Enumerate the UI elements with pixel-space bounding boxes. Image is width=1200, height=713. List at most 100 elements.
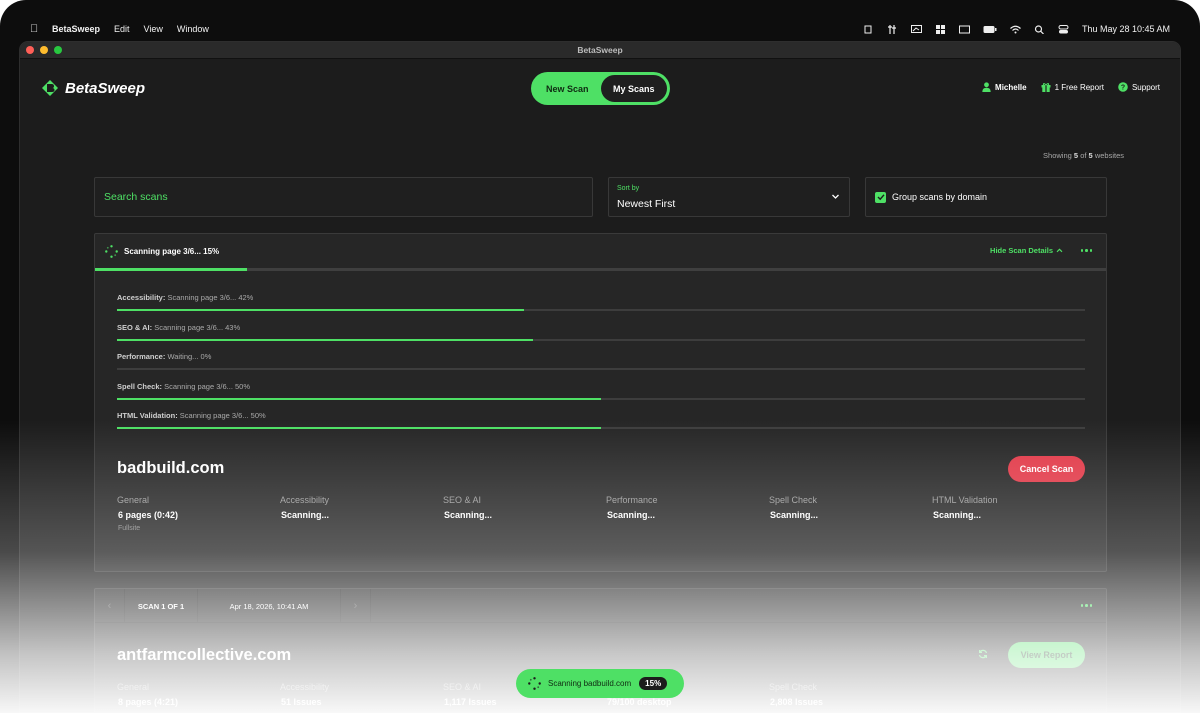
free-report-label: 1 Free Report <box>1054 82 1104 92</box>
free-report-link[interactable]: 1 Free Report <box>1041 82 1104 92</box>
metric-label: Accessibility <box>280 495 330 505</box>
scanning-toast[interactable]: Scanning badbuild.com 15% <box>516 669 684 698</box>
metric-label: SEO & AI <box>443 495 482 505</box>
control-center-icon[interactable] <box>1058 24 1069 34</box>
app-window: BetaSweep BetaSweep New Scan My Scans Mi… <box>19 41 1181 713</box>
search-input[interactable] <box>95 178 592 216</box>
scan-status-bar: Scanning page 3/6... 15% Hide Scan Detai… <box>95 234 1106 268</box>
menu-window[interactable]: Window <box>177 24 209 34</box>
metric-subtext: Fullsite <box>118 525 141 532</box>
scan-step: SEO & AI: Scanning page 3/6... 43% <box>117 323 1085 353</box>
logo-text: BetaSweep <box>65 79 146 97</box>
menu-view[interactable]: View <box>144 24 163 34</box>
hide-scan-details-label: Hide Scan Details <box>990 246 1053 255</box>
metric-column: Accessibility Scanning... <box>280 495 430 520</box>
group-by-domain-checkbox[interactable] <box>875 191 886 203</box>
scan-domain-title[interactable]: badbuild.com <box>117 459 224 478</box>
extension-icon[interactable] <box>863 25 874 34</box>
scan-step-detail: Scanning page 3/6... 50% <box>164 381 251 391</box>
metric-value: Scanning... <box>444 510 493 520</box>
overall-progress-bar <box>95 268 1106 271</box>
support-link[interactable]: ? Support <box>1118 82 1160 92</box>
scan-step-name: SEO & AI: <box>117 322 153 332</box>
scan-step-name: Performance: <box>117 352 166 361</box>
metric-column: Spell Check 2,808 Issues <box>769 682 919 707</box>
metric-column: General 8 pages (4:21) <box>117 682 267 707</box>
metric-label: Spell Check <box>769 682 818 692</box>
metric-column: Spell Check Scanning... <box>769 495 919 520</box>
refresh-icon[interactable] <box>978 649 988 659</box>
scan-step-label: Accessibility: Scanning page 3/6... 42% <box>117 293 1085 302</box>
menu-edit[interactable]: Edit <box>114 24 130 34</box>
metric-value: 1,117 Issues <box>444 697 497 707</box>
metric-label: General <box>117 682 150 692</box>
group-by-domain-option[interactable]: Group scans by domain <box>865 177 1107 217</box>
sort-select[interactable]: Sort by Newest First <box>608 177 850 217</box>
hide-scan-details-toggle[interactable]: Hide Scan Details <box>990 246 1063 255</box>
metric-label: Spell Check <box>769 495 818 505</box>
metric-value: Scanning... <box>281 510 330 520</box>
app-header: BetaSweep New Scan My Scans Michelle 1 F… <box>20 59 1180 119</box>
view-report-button[interactable]: View Report <box>1008 642 1085 668</box>
scan-step: Performance: Waiting... 0% <box>117 352 1085 382</box>
scan-step-label: SEO & AI: Scanning page 3/6... 43% <box>117 323 1085 332</box>
scan-date: Apr 18, 2026, 10:41 AM <box>198 589 341 623</box>
user-icon <box>982 82 991 92</box>
user-name: Michelle <box>995 82 1027 92</box>
user-menu[interactable]: Michelle <box>982 82 1027 92</box>
new-scan-tab[interactable]: New Scan <box>534 75 601 102</box>
scan-step-name: HTML Validation: <box>117 411 178 420</box>
metric-column: Accessibility 51 Issues <box>280 682 430 707</box>
more-options-icon[interactable] <box>1080 604 1092 607</box>
metric-value: 79/100 desktop <box>607 697 672 707</box>
menubar-status-area: Thu May 28 10:45 AM <box>863 24 1170 34</box>
menubar-clock[interactable]: Thu May 28 10:45 AM <box>1082 24 1170 34</box>
cancel-scan-button[interactable]: Cancel Scan <box>1008 456 1085 482</box>
scan-domain-title[interactable]: antfarmcollective.com <box>117 646 291 665</box>
scan-step-detail: Waiting... 0% <box>167 352 212 361</box>
header-actions: Michelle 1 Free Report ? Support <box>982 82 1160 92</box>
search-box <box>94 177 593 217</box>
previous-scan-arrow[interactable]: ‹ <box>95 589 125 623</box>
next-scan-arrow[interactable]: › <box>341 589 371 623</box>
scan-step-progress-bar <box>117 427 1085 429</box>
grid-icon[interactable] <box>935 24 946 34</box>
macos-menubar:  BetaSweep Edit View Window Thu May 28 … <box>14 14 1186 44</box>
display-icon[interactable] <box>910 24 922 34</box>
scan-status-text: Scanning page 3/6... 15% <box>124 247 220 256</box>
metric-label: General <box>117 495 150 505</box>
scan-step-name: Spell Check: <box>117 381 163 391</box>
battery-icon[interactable] <box>983 25 997 34</box>
metric-value: Scanning... <box>933 510 982 520</box>
chevron-down-icon <box>832 194 839 199</box>
menu-app-name[interactable]: BetaSweep <box>52 24 100 34</box>
spotlight-search-icon[interactable] <box>1034 24 1045 34</box>
scan-step-progress-bar <box>117 309 1085 311</box>
scan-step-detail: Scanning page 3/6... 43% <box>154 322 241 332</box>
laptop-frame:  BetaSweep Edit View Window Thu May 28 … <box>0 0 1200 713</box>
metric-value: Scanning... <box>770 510 819 520</box>
apple-icon[interactable]:  <box>30 23 52 35</box>
metric-value: 2,808 Issues <box>770 697 824 707</box>
scan-step: Accessibility: Scanning page 3/6... 42% <box>117 293 1085 323</box>
scan-mode-toggle[interactable]: New Scan My Scans <box>531 72 670 105</box>
scan-history-bar: ‹ SCAN 1 OF 1 Apr 18, 2026, 10:41 AM › <box>95 589 1106 623</box>
support-label: Support <box>1131 82 1160 92</box>
window-title: BetaSweep <box>577 45 623 55</box>
scan-step-label: Performance: Waiting... 0% <box>117 352 1085 361</box>
logo[interactable]: BetaSweep <box>40 78 145 98</box>
metric-label: Performance <box>606 495 658 505</box>
overall-progress-fill <box>95 268 247 271</box>
group-by-domain-label: Group scans by domain <box>892 192 988 202</box>
wifi-icon[interactable] <box>1010 25 1021 34</box>
scan-step-progress-bar <box>117 368 1085 370</box>
tools-icon[interactable] <box>887 24 898 34</box>
scan-steps: Accessibility: Scanning page 3/6... 42% S… <box>117 293 1085 441</box>
checkmark-icon <box>877 194 885 201</box>
scan-step: HTML Validation: Scanning page 3/6... 50… <box>117 411 1085 441</box>
scan-step-progress-bar <box>117 397 1085 400</box>
keyboard-icon[interactable] <box>958 25 970 34</box>
my-scans-tab[interactable]: My Scans <box>600 75 667 102</box>
scan-step-progress-fill <box>117 338 534 341</box>
more-options-icon[interactable] <box>1080 249 1092 252</box>
